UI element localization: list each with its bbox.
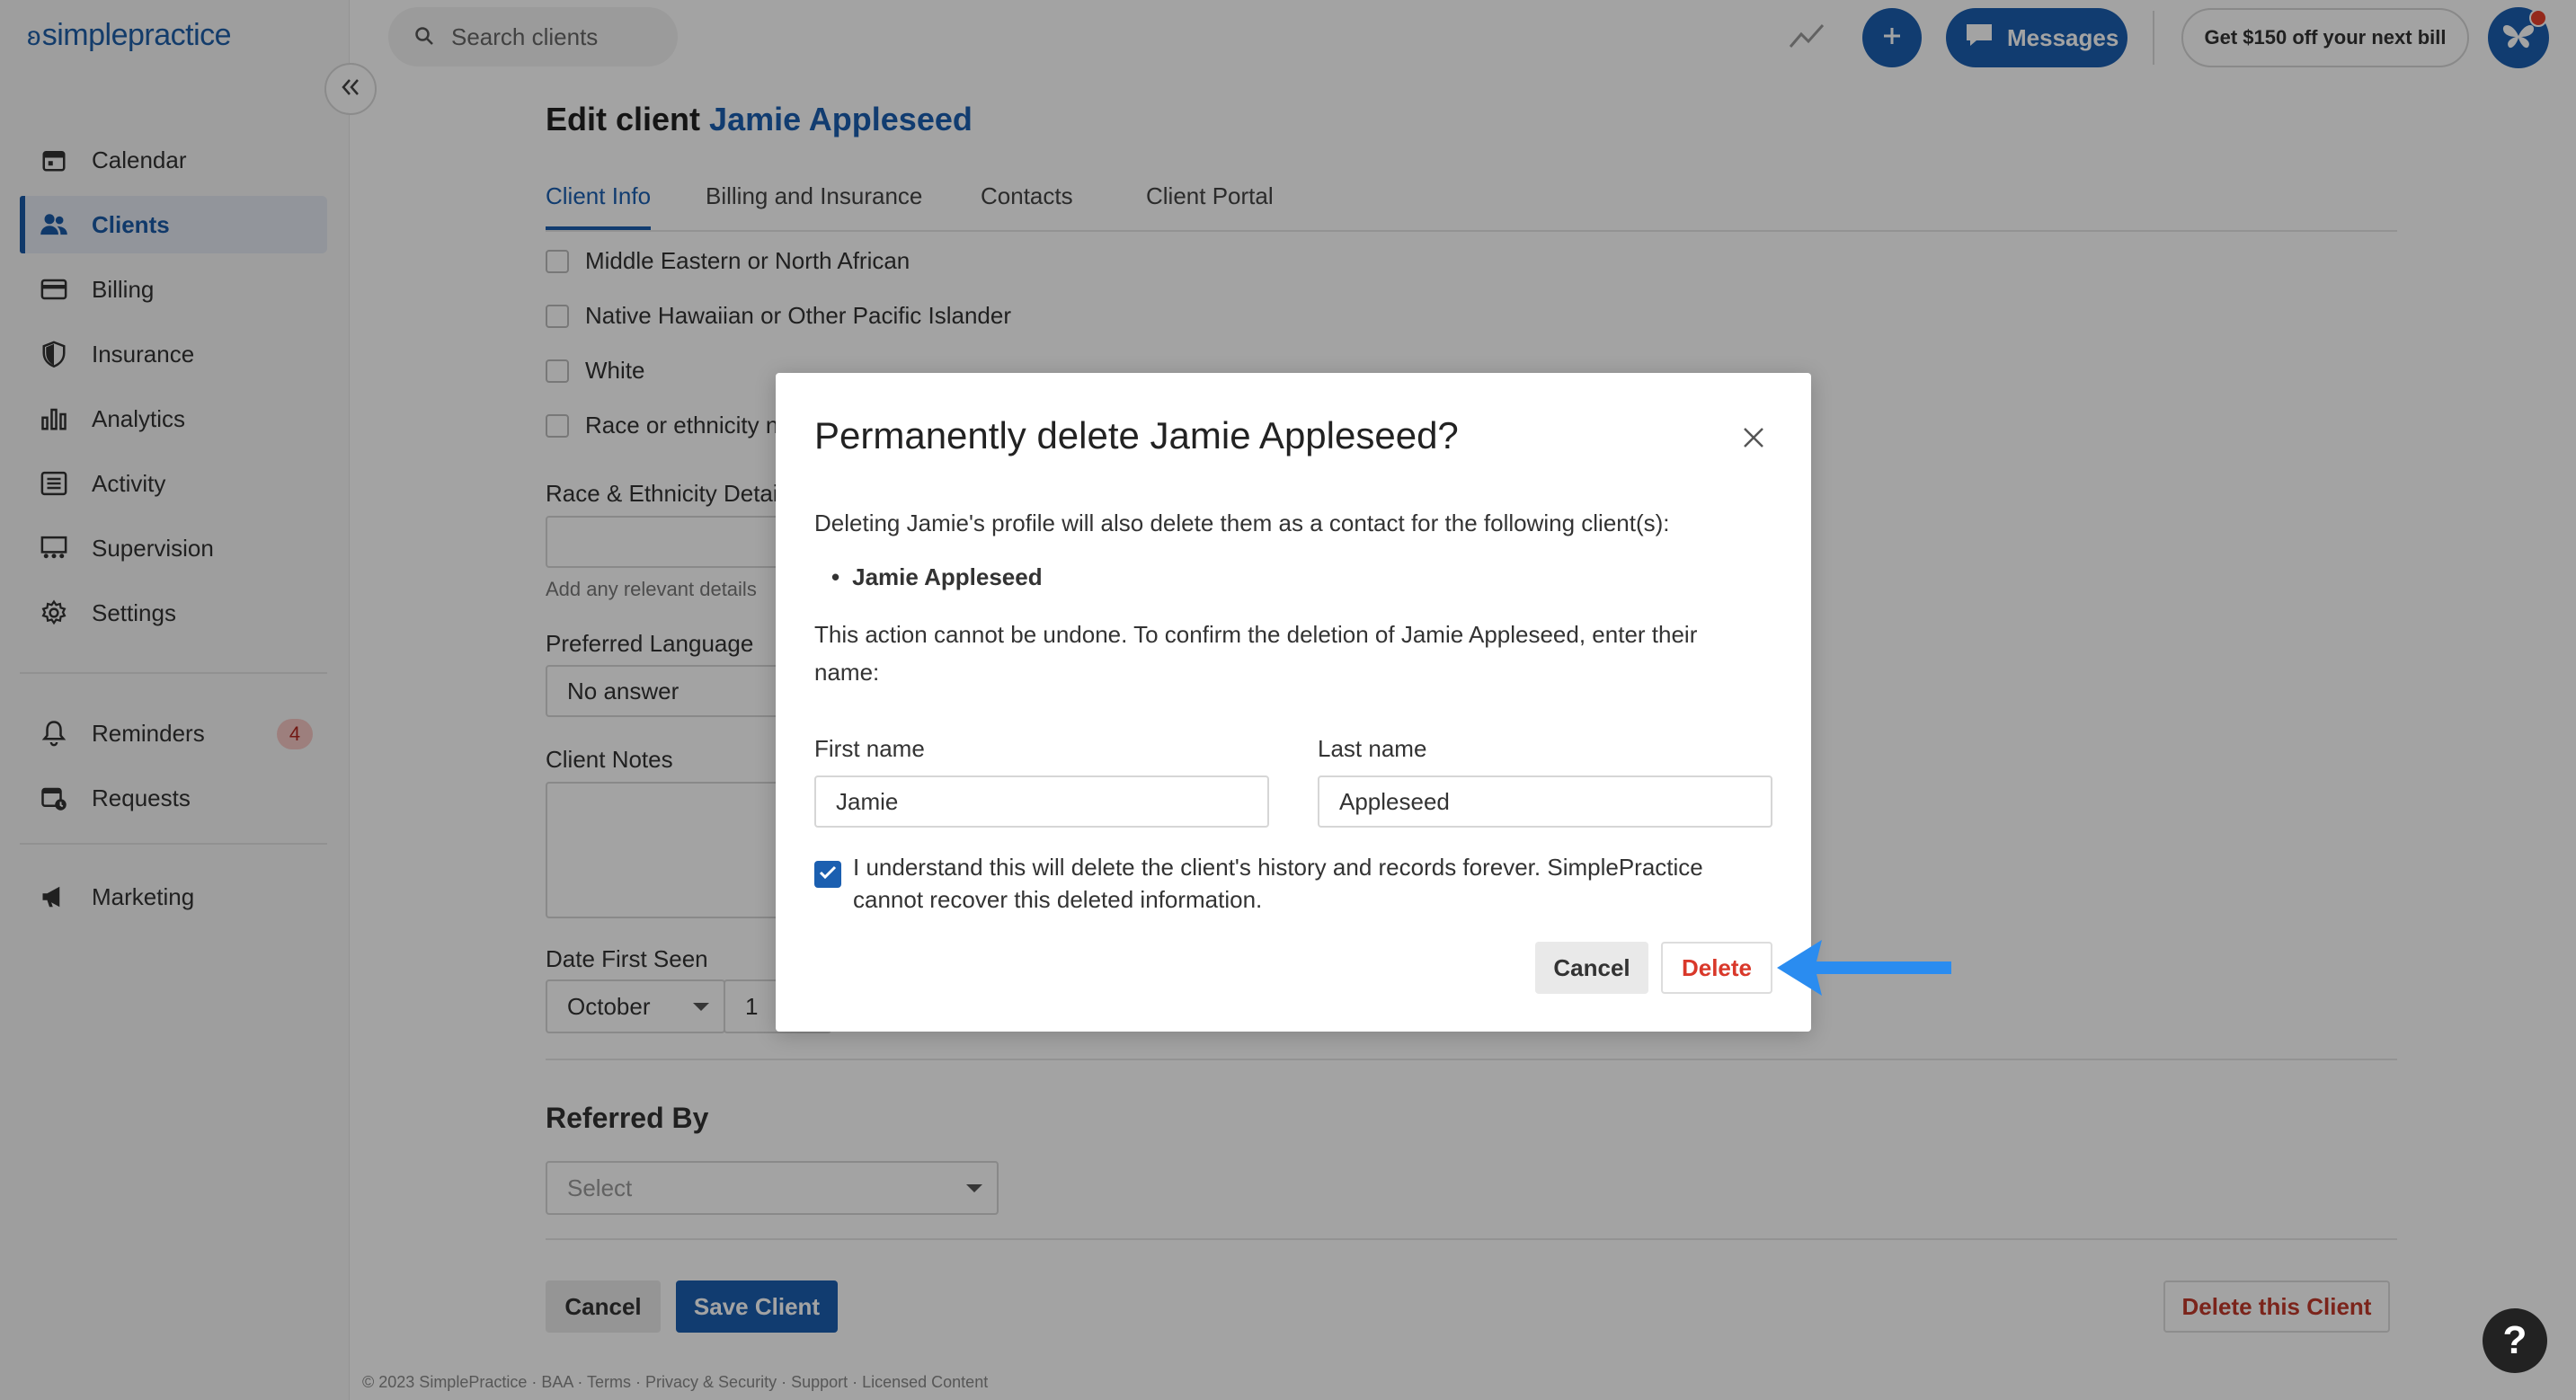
dialog-confirm-text: This action cannot be undone. To confirm…	[814, 621, 1698, 686]
dialog-title: Permanently delete Jamie Appleseed?	[814, 414, 1459, 456]
related-client-item: Jamie Appleseed	[831, 563, 1042, 591]
first-name-value: Jamie	[836, 787, 899, 815]
help-button[interactable]: ?	[2483, 1308, 2547, 1373]
dialog-delete-button[interactable]: Delete	[1661, 942, 1772, 994]
question-mark-icon: ?	[2502, 1318, 2527, 1362]
delete-client-dialog: Permanently delete Jamie Appleseed? Dele…	[776, 373, 1811, 1032]
acknowledge-label[interactable]: I understand this will delete the client…	[853, 851, 1761, 916]
dialog-cancel-button[interactable]: Cancel	[1535, 942, 1648, 994]
first-name-field[interactable]: Jamie	[814, 775, 1269, 828]
annotation-arrow-icon	[1775, 935, 1955, 1006]
first-name-label: First name	[814, 735, 925, 762]
last-name-value: Appleseed	[1339, 787, 1450, 815]
close-icon[interactable]	[1741, 425, 1766, 455]
last-name-label: Last name	[1318, 735, 1427, 762]
last-name-field[interactable]: Appleseed	[1318, 775, 1772, 828]
checkmark-icon	[819, 865, 837, 884]
acknowledge-checkbox[interactable]	[814, 861, 841, 888]
dialog-intro: Deleting Jamie's profile will also delet…	[814, 509, 1670, 536]
